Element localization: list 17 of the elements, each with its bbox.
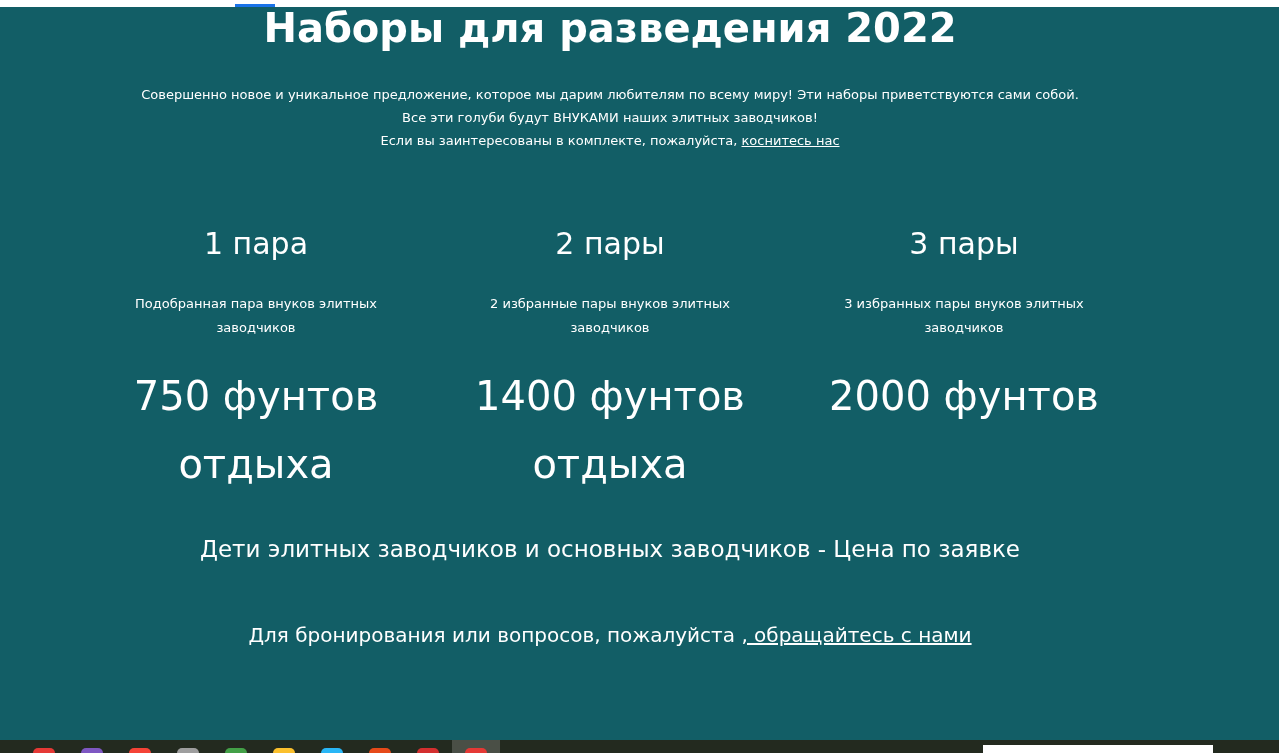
booking-text: Для бронирования или вопросов, пожалуйста , обращайтесь с нами: [248, 622, 972, 649]
package-price: 1400 фунтов отдыха: [474, 372, 746, 489]
package-description: Подобранная пара внуков элитных заводчиков: [134, 295, 378, 337]
contact-link[interactable]: , обращайтесь с нами: [741, 623, 972, 647]
page-title: Наборы для разведения 2022: [263, 7, 957, 49]
package-name: 2 пары: [555, 225, 665, 263]
package-description: 3 избранных пары внуков элитных заводчиков: [843, 295, 1085, 337]
package-name: 3 пары: [909, 225, 1019, 263]
package-description: 2 избранные пары внуков элитных заводчиков: [489, 295, 731, 337]
package-name: 1 пара: [203, 225, 309, 263]
intro-contact-text: Если вы заинтересованы в комплекте, пожалуйста, коснитесь нас: [380, 132, 840, 150]
intro-text: Все эти голуби будут ВНУКАМИ наших элитных заводчиков!: [402, 109, 818, 127]
package-price: 2000 фунтов: [828, 372, 1100, 421]
price-note: Дети элитных заводчиков и основных заводчиков - Цена по заявке: [200, 535, 1020, 564]
package-price: 750 фунтов отдыха: [132, 372, 380, 489]
contact-link[interactable]: коснитесь нас: [741, 133, 840, 148]
intro-text: Совершенно новое и уникальное предложение, которое мы дарим любителям по всему миру! Эти наборы приветствуются сами собой.: [141, 86, 1079, 104]
